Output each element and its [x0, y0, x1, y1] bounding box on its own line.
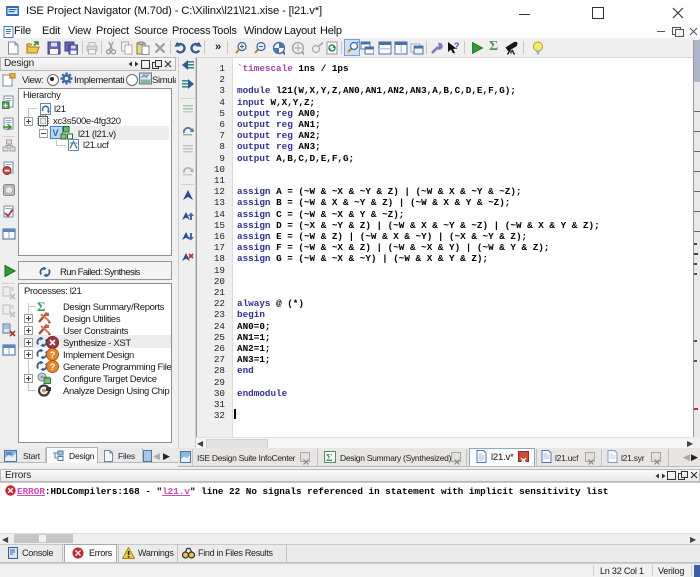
svg-text:?: ? — [50, 350, 56, 360]
svg-text:?: ? — [454, 41, 460, 51]
svg-text:V: V — [53, 128, 59, 138]
svg-text:Σ: Σ — [326, 453, 333, 463]
svg-text:?: ? — [50, 362, 56, 372]
